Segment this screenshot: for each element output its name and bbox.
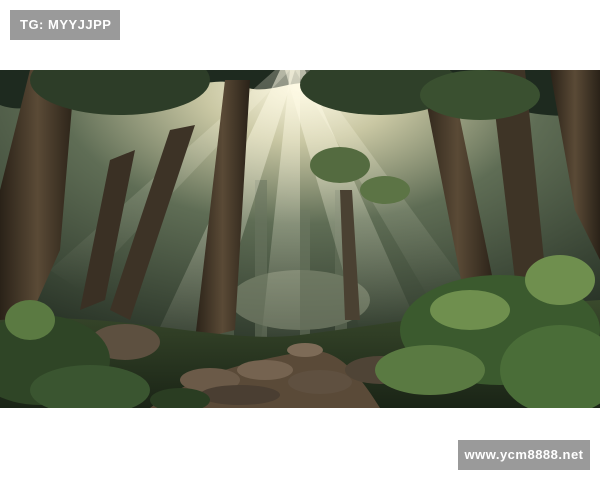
watermark-top-left: TG: MYYJJPP (10, 10, 120, 40)
watermark-bottom-right: www.ycm8888.net (458, 440, 590, 470)
forest-illustration (0, 70, 600, 408)
forest-image (0, 70, 600, 408)
